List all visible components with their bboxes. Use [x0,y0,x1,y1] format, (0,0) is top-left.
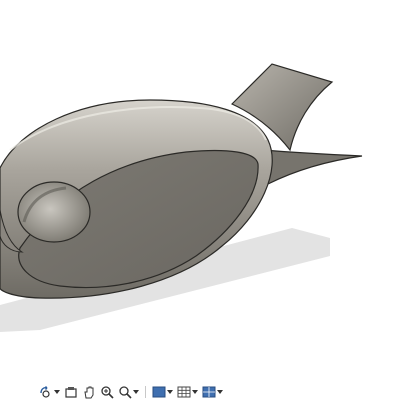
viewports-icon [202,386,216,398]
fit-zoom-icon [119,386,132,399]
viewports-button[interactable] [201,384,224,400]
look-at-button[interactable] [63,384,79,400]
fish-model [0,63,363,332]
navigation-toolbar [38,384,224,400]
look-at-icon [65,387,77,398]
toolbar-divider [145,386,146,398]
fit-zoom-button[interactable] [117,384,140,400]
orbit-button[interactable] [38,384,61,400]
zoom-button[interactable] [99,384,115,400]
tail-fin-lower [261,149,363,185]
grid-settings-menu-caret[interactable] [192,390,198,394]
display-settings-button[interactable] [151,384,174,400]
orbit-menu-caret[interactable] [54,390,60,394]
canvas-viewport[interactable] [0,0,400,400]
viewports-menu-caret[interactable] [217,390,223,394]
display-settings-menu-caret[interactable] [167,390,173,394]
zoom-icon [101,386,114,399]
orbit-icon [40,386,50,398]
grid-settings-icon [177,386,191,398]
grid-settings-button[interactable] [176,384,199,400]
pan-icon [84,386,94,399]
display-settings-icon [152,386,166,398]
fit-zoom-menu-caret[interactable] [133,390,139,394]
pan-button[interactable] [81,384,97,400]
